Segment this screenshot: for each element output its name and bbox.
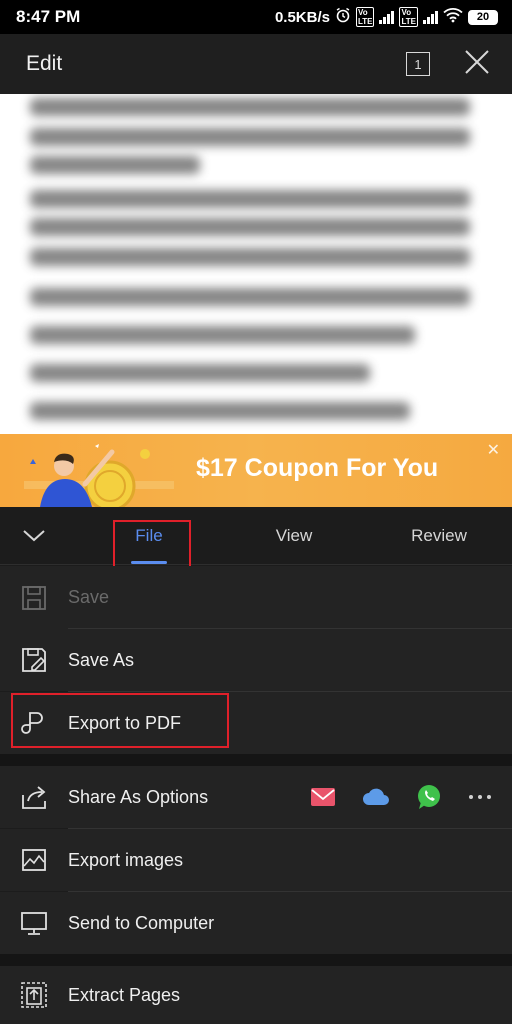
computer-icon (20, 909, 48, 937)
chevron-down-icon[interactable] (20, 523, 48, 547)
promo-illustration (24, 444, 174, 507)
more-icon[interactable] (468, 784, 492, 810)
coupon-banner[interactable]: $17 Coupon For You ✕ (0, 434, 512, 507)
document-preview[interactable] (0, 94, 512, 434)
email-icon[interactable] (310, 786, 336, 808)
menu-share-options-label: Share As Options (68, 786, 209, 807)
header-title: Edit (26, 52, 63, 75)
volte-icon: Vo LTE (355, 7, 375, 27)
status-bar: 8:47 PM 0.5KB/s Vo LTE Vo LTE 20 (0, 0, 512, 34)
image-export-icon (20, 846, 48, 874)
file-tab-highlight (113, 520, 191, 568)
signal-icon-2 (423, 10, 438, 24)
battery-icon: 20 (468, 9, 498, 25)
editor-header: Edit 1 (0, 34, 512, 94)
cloud-icon[interactable] (362, 786, 390, 808)
tab-view[interactable]: View (254, 507, 334, 565)
menu-save-label: Save (68, 587, 110, 607)
page-count-button[interactable]: 1 (406, 52, 430, 76)
export-pdf-highlight (11, 693, 229, 748)
banner-close-icon[interactable]: ✕ (487, 440, 500, 460)
save-as-icon (20, 646, 48, 674)
menu-send-computer-label: Send to Computer (68, 912, 215, 933)
wifi-icon (443, 7, 463, 27)
menu-share-options[interactable]: Share As Options (0, 766, 512, 828)
menu-save-as[interactable]: Save As (0, 629, 512, 691)
signal-icon (379, 10, 395, 24)
menu-save: Save (0, 566, 512, 629)
tab-review[interactable]: Review (396, 507, 482, 565)
save-icon (20, 584, 48, 612)
menu-send-computer[interactable]: Send to Computer (0, 892, 512, 954)
share-icon (20, 783, 48, 811)
menu-extract-pages-label: Extract Pages (68, 984, 181, 1005)
ribbon-tab-bar: File View Review (0, 507, 512, 565)
status-indicators: 0.5KB/s Vo LTE Vo LTE 20 (275, 7, 498, 27)
section-separator (0, 954, 512, 966)
close-icon[interactable] (464, 49, 490, 80)
menu-export-images-label: Export images (68, 849, 184, 870)
status-time: 8:47 PM (16, 7, 81, 26)
section-separator (0, 754, 512, 766)
menu-export-images[interactable]: Export images (0, 829, 512, 891)
banner-text: $17 Coupon For You (196, 454, 439, 482)
alarm-icon (335, 7, 351, 27)
menu-save-as-label: Save As (68, 649, 135, 670)
extract-pages-icon (20, 981, 48, 1009)
network-speed: 0.5KB/s (274, 8, 330, 26)
volte-icon-2: Vo LTE (399, 7, 418, 27)
menu-extract-pages[interactable]: Extract Pages (0, 966, 512, 1024)
whatsapp-icon[interactable] (416, 784, 442, 810)
